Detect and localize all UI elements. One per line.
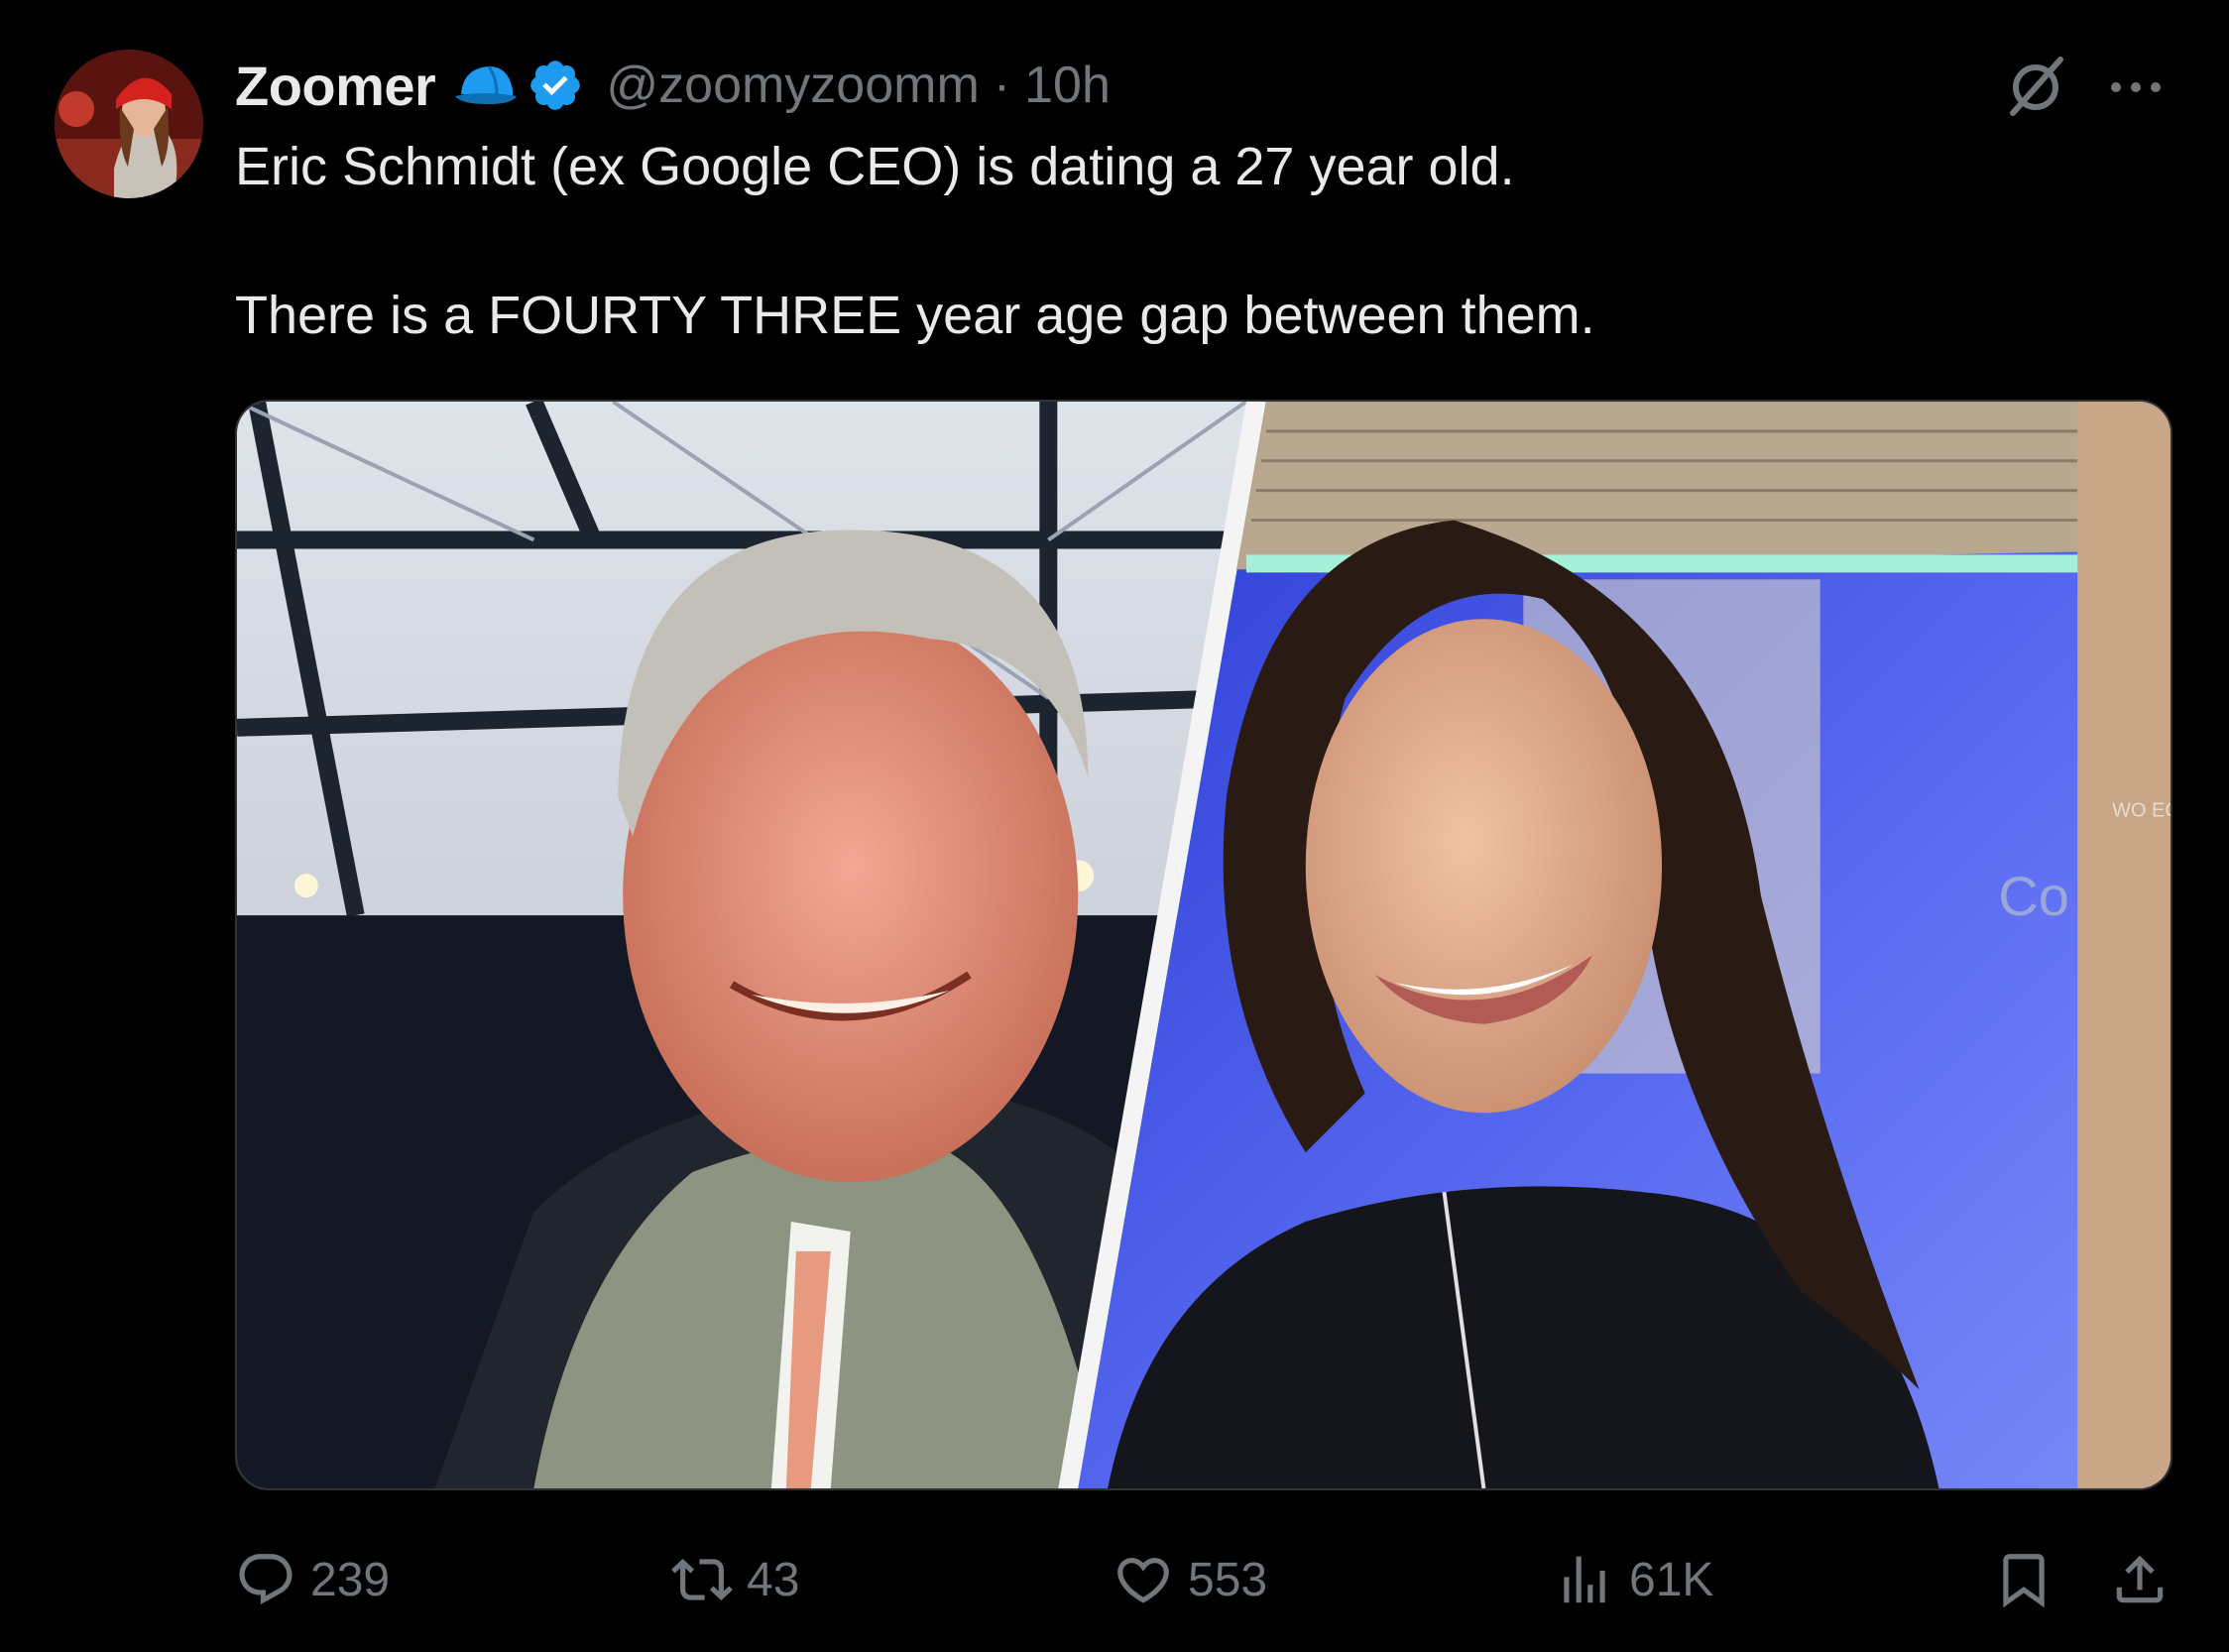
reply-icon (239, 1554, 293, 1605)
retweet-count: 43 (747, 1553, 800, 1606)
separator-dot: · (993, 57, 1011, 114)
retweet-button[interactable]: 43 (671, 1545, 799, 1614)
tweet-actions-bar: 239 43 553 61K (235, 1545, 2178, 1614)
reply-button[interactable]: 239 (235, 1545, 390, 1614)
blue-cap-icon (455, 65, 518, 104)
grok-icon[interactable] (2001, 52, 2070, 121)
views-chart-icon (1564, 1556, 1605, 1603)
views-count: 61K (1629, 1553, 1714, 1606)
tweet-text-line-2: There is a FOURTY THREE year age gap bet… (235, 286, 1595, 345)
avatar-image (55, 50, 203, 198)
retweet-icon (671, 1559, 733, 1600)
reply-count: 239 (310, 1553, 391, 1606)
heart-icon (1117, 1558, 1169, 1603)
timestamp[interactable]: 10h (1024, 56, 1111, 115)
handle[interactable]: @zoomyzoomm (606, 56, 979, 115)
like-button[interactable]: 553 (1113, 1545, 1267, 1614)
media-photo: Co WO ECO FO (237, 402, 2170, 1488)
background-sign-text: Co (1998, 865, 2068, 927)
bookmark-icon (2003, 1554, 2045, 1608)
verified-badge-icon[interactable] (527, 57, 584, 114)
background-sign-text-2: WO ECO FO (2112, 799, 2170, 821)
display-name[interactable]: Zoomer (235, 54, 436, 118)
share-icon (2116, 1555, 2164, 1603)
tweet-text-line-1: Eric Schmidt (ex Google CEO) is dating a… (235, 137, 1515, 196)
avatar[interactable] (55, 50, 203, 198)
tweet-card[interactable]: Zoomer @zoomyzoomm · 10h Eric Schmidt (e… (0, 0, 2229, 1652)
like-count: 553 (1188, 1553, 1268, 1606)
views-button[interactable]: 61K (1554, 1545, 1713, 1614)
share-button[interactable] (2109, 1545, 2170, 1614)
more-options-icon[interactable] (2104, 56, 2168, 119)
tweet-media-image[interactable]: Co WO ECO FO (235, 400, 2172, 1490)
tweet-header: Zoomer @zoomyzoomm · 10h (235, 48, 1111, 123)
tweet-text: Eric Schmidt (ex Google CEO) is dating a… (235, 135, 2178, 347)
bookmark-button[interactable] (1993, 1545, 2054, 1614)
